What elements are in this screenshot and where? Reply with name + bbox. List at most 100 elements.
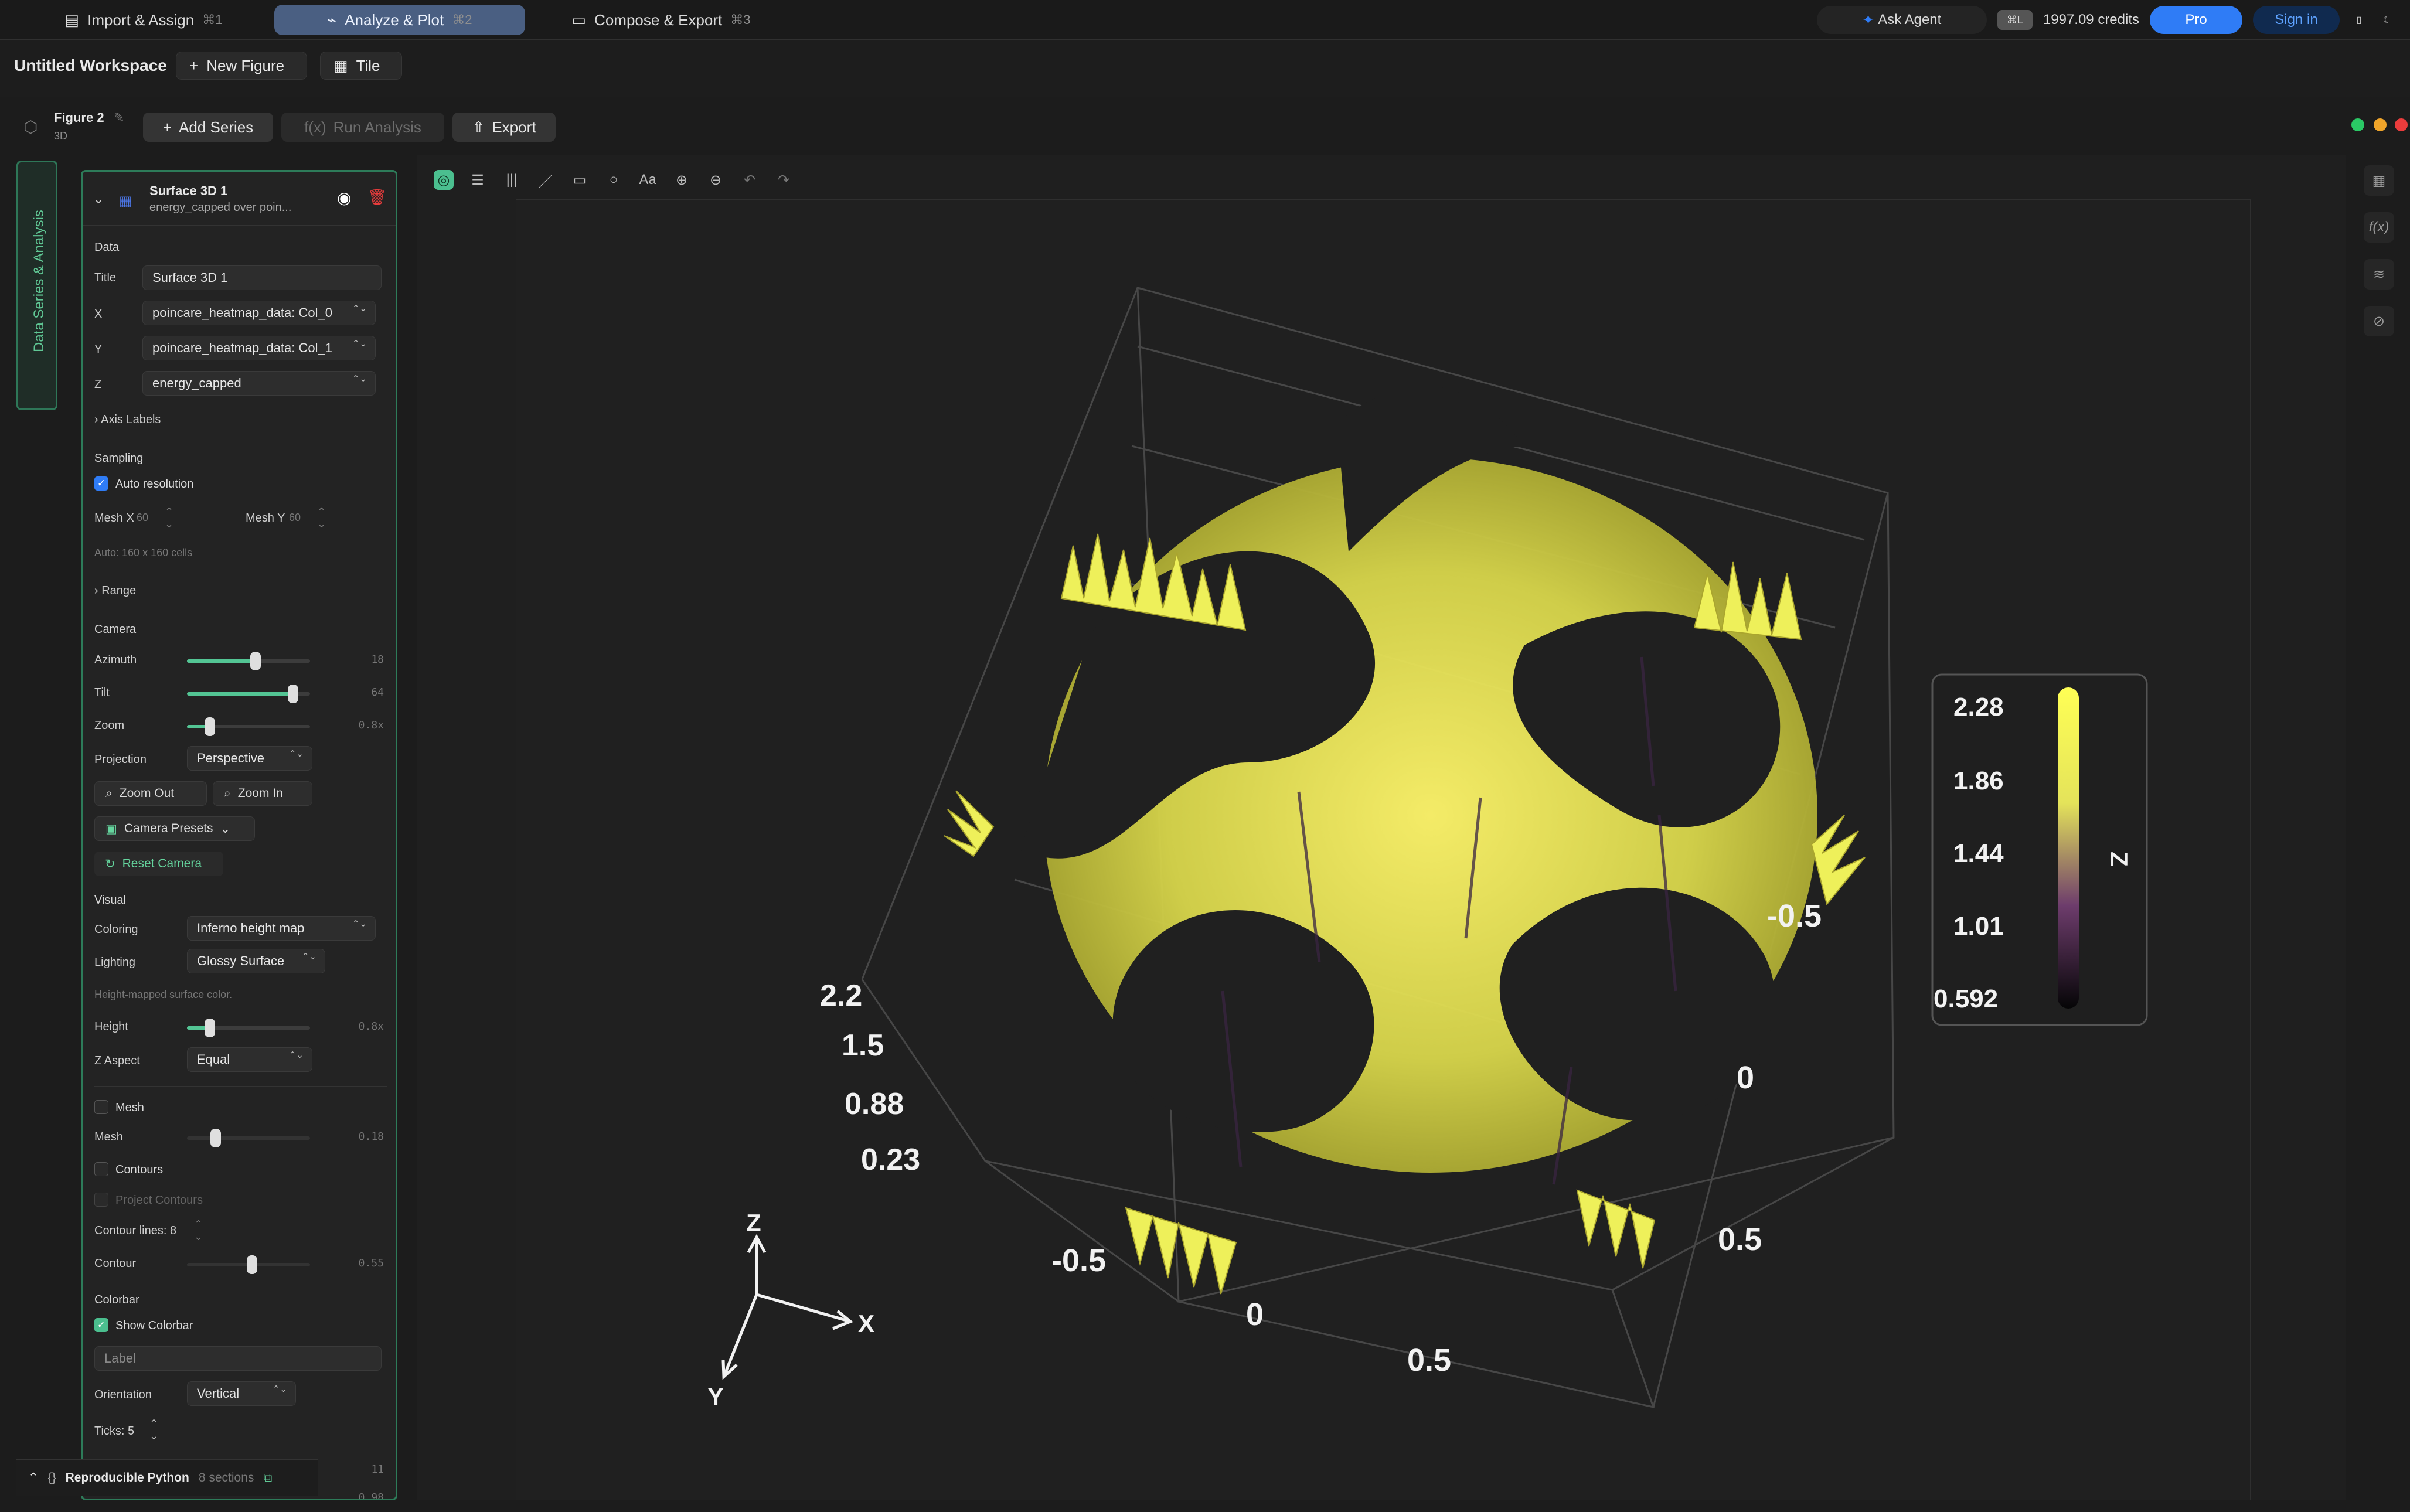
chevron-up-icon[interactable]: ⌃	[28, 1470, 39, 1485]
green-window-dot[interactable]	[2351, 118, 2364, 131]
range-toggle[interactable]: › Range	[94, 584, 136, 598]
ticks-label: Ticks: 5	[94, 1425, 135, 1438]
edit-icon[interactable]: ✎	[114, 110, 124, 125]
contour-slider[interactable]	[187, 1255, 310, 1274]
tilt-slider-knob[interactable]	[288, 685, 298, 703]
contours-label: Contours	[115, 1163, 164, 1176]
x-column-select[interactable]: poincare_heatmap_data: Col_0	[142, 301, 376, 325]
data-series-sidebar-tab[interactable]: Data Series & Analysis	[16, 161, 57, 410]
reproducible-python-bar[interactable]: ⌃ {} Reproducible Python 8 sections ⧉	[16, 1459, 318, 1496]
auto-resolution-hint: Auto: 160 x 160 cells	[94, 547, 193, 559]
mesh-slider-knob[interactable]	[210, 1129, 221, 1147]
line-tool-icon[interactable]: ／	[536, 170, 556, 190]
horizontal-lines-icon[interactable]: ☰	[468, 170, 488, 190]
surface-plot-area[interactable]: 2.2 1.5 0.88 0.23 -0.5 0 0.5 -0.5 0 0.5 …	[516, 199, 2251, 1500]
project-contours-label: Project Contours	[115, 1194, 203, 1207]
zoom-slider-knob[interactable]	[205, 717, 215, 736]
eye-icon[interactable]: ◉	[337, 188, 351, 207]
tilt-slider-fill	[187, 692, 292, 696]
auto-resolution-checkbox[interactable]: ✓	[94, 476, 108, 491]
mesh-y-value[interactable]: 60	[289, 512, 301, 524]
height-slider[interactable]	[187, 1019, 310, 1037]
yellow-window-dot[interactable]	[2374, 118, 2387, 131]
workspace-title: Untitled Workspace	[14, 56, 167, 74]
rectangle-tool-icon[interactable]: ▭	[570, 170, 590, 190]
tile-button[interactable]: ▦ Tile	[320, 52, 402, 80]
redo-icon[interactable]: ↷	[774, 170, 794, 190]
circle-tool-icon[interactable]: ○	[604, 170, 624, 190]
moon-icon[interactable]: ☾	[2378, 11, 2396, 29]
mesh-x-value[interactable]: 60	[137, 512, 148, 524]
sign-in-button[interactable]: Sign in	[2253, 6, 2340, 34]
partial-bottom-value: 0.98	[358, 1491, 384, 1500]
new-figure-button[interactable]: + New Figure	[176, 52, 307, 80]
mesh-label: Mesh	[115, 1101, 144, 1114]
function-icon[interactable]: f(x)	[2364, 212, 2394, 243]
projection-select[interactable]: Perspective	[187, 746, 312, 771]
red-window-dot[interactable]	[2395, 118, 2408, 131]
orientation-label: Orientation	[94, 1388, 152, 1401]
series-header[interactable]: ⌄ ▦ Surface 3D 1 energy_capped over poin…	[83, 172, 396, 226]
tab-import-assign[interactable]: ▤ Import & Assign ⌘1	[53, 5, 234, 35]
z-aspect-select[interactable]: Equal	[187, 1047, 312, 1072]
pro-button[interactable]: Pro	[2150, 6, 2242, 34]
text-tool-icon[interactable]: Aa	[638, 170, 658, 190]
mesh-slider[interactable]	[187, 1129, 310, 1147]
colorbar-tick-label: 1.01	[1953, 912, 2004, 941]
project-contours-checkbox[interactable]	[94, 1193, 108, 1207]
azimuth-slider-knob[interactable]	[250, 652, 261, 670]
sliders-icon[interactable]: ≋	[2364, 259, 2394, 290]
lighting-select[interactable]: Glossy Surface	[187, 949, 325, 973]
tab-compose-export[interactable]: ▭ Compose & Export ⌘3	[544, 5, 778, 35]
export-button[interactable]: ⇧ Export	[452, 113, 556, 142]
zoom-slider[interactable]	[187, 717, 310, 736]
azimuth-slider[interactable]	[187, 652, 310, 670]
run-analysis-button[interactable]: f(x) Run Analysis	[281, 113, 444, 142]
camera-presets-dropdown[interactable]: ▣ Camera Presets ⌄	[94, 816, 255, 841]
tilt-slider[interactable]	[187, 685, 310, 703]
y-column-select[interactable]: poincare_heatmap_data: Col_1	[142, 336, 376, 360]
mesh-x-stepper[interactable]: ⌃ ⌄	[165, 506, 173, 530]
contours-checkbox[interactable]	[94, 1162, 108, 1176]
z-aspect-label: Z Aspect	[94, 1054, 140, 1067]
ask-agent-button[interactable]: ✦ Ask Agent	[1816, 6, 1987, 34]
chart-check-icon[interactable]: ⊘	[2364, 306, 2394, 336]
series-title-input[interactable]: Surface 3D 1	[142, 265, 382, 290]
copy-icon[interactable]: ⧉	[263, 1471, 272, 1485]
chevron-down-icon[interactable]: ⌄	[93, 192, 104, 207]
table-icon[interactable]: ▦	[2364, 165, 2394, 196]
zoom-in-button[interactable]: ⌕ Zoom In	[213, 781, 312, 806]
axis-labels-toggle[interactable]: › Axis Labels	[94, 413, 161, 427]
tab-analyze-plot[interactable]: ⌁ Analyze & Plot ⌘2	[274, 5, 525, 35]
reset-camera-button[interactable]: ↻ Reset Camera	[94, 852, 223, 876]
surface-plot-svg[interactable]: 2.2 1.5 0.88 0.23 -0.5 0 0.5 -0.5 0 0.5 …	[516, 200, 2251, 1501]
orientation-select[interactable]: Vertical	[187, 1381, 296, 1406]
z-tick-label: 1.5	[842, 1029, 884, 1063]
shortcut-label: ⌘1	[202, 12, 223, 27]
z-column-select[interactable]: energy_capped	[142, 371, 376, 396]
coloring-select[interactable]: Inferno height map	[187, 916, 376, 941]
mesh-slider-label: Mesh	[94, 1130, 123, 1143]
zoom-out-button[interactable]: ⌕ Zoom Out	[94, 781, 207, 806]
azimuth-value: 18	[371, 653, 384, 666]
ticks-stepper[interactable]: ⌃ ⌄	[149, 1418, 158, 1442]
zoom-out-tool-icon[interactable]: ⊖	[706, 170, 726, 190]
undo-icon[interactable]: ↶	[740, 170, 760, 190]
figure-title[interactable]: Figure 2	[54, 110, 104, 125]
mesh-y-stepper[interactable]: ⌃ ⌄	[317, 506, 326, 530]
book-icon[interactable]: ▯	[2350, 11, 2368, 29]
add-series-button[interactable]: + Add Series	[143, 113, 273, 142]
zoom-in-tool-icon[interactable]: ⊕	[672, 170, 692, 190]
trash-icon[interactable]: 🗑	[367, 188, 387, 206]
mesh-checkbox[interactable]	[94, 1100, 108, 1114]
colorbar-label-input[interactable]: Label	[94, 1346, 382, 1371]
contour-slider-knob[interactable]	[247, 1255, 257, 1274]
show-colorbar-checkbox[interactable]: ✓	[94, 1318, 108, 1332]
height-slider-knob[interactable]	[205, 1019, 215, 1037]
show-colorbar-label: Show Colorbar	[115, 1319, 193, 1332]
vertical-lines-icon[interactable]: |||	[502, 170, 522, 190]
surface-mesh[interactable]	[944, 386, 1866, 1295]
contour-lines-stepper[interactable]: ⌃ ⌄	[194, 1218, 203, 1243]
zoom-out-label: Zoom Out	[119, 786, 175, 800]
select-tool-icon[interactable]: ◎	[434, 170, 454, 190]
